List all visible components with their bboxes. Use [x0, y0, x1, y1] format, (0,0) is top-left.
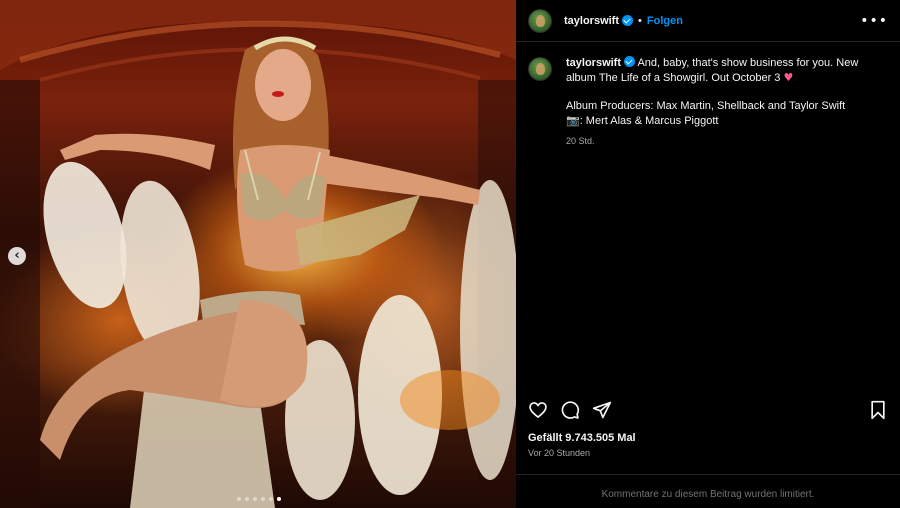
post-side-panel: taylorswift • Folgen ••• taylorswift And…	[516, 0, 900, 508]
carousel-dot-active	[277, 497, 281, 501]
post-image[interactable]: ‹	[0, 0, 516, 508]
post-header: taylorswift • Folgen •••	[516, 0, 900, 42]
separator-dot: •	[638, 14, 642, 27]
carousel-previous-button[interactable]: ‹	[8, 247, 26, 265]
avatar[interactable]	[528, 8, 552, 33]
showgirl-photo-illustration	[0, 0, 516, 508]
share-icon	[592, 401, 612, 419]
carousel-dot	[245, 497, 249, 501]
save-button[interactable]	[866, 398, 890, 422]
carousel-dot	[237, 497, 241, 501]
caption: taylorswift And, baby, that's show busin…	[516, 42, 900, 149]
caption-avatar[interactable]	[528, 57, 552, 81]
carousel-dot	[261, 497, 265, 501]
verified-badge-icon	[624, 56, 636, 67]
action-bar	[516, 396, 900, 424]
verified-badge-icon	[622, 15, 634, 26]
follow-button[interactable]: Folgen	[647, 15, 683, 27]
share-button[interactable]	[590, 398, 614, 422]
comment-button[interactable]	[558, 398, 582, 422]
bookmark-icon	[871, 400, 885, 420]
comments-limited-notice: Kommentare zu diesem Beitrag wurden limi…	[516, 474, 900, 508]
carousel-indicator	[237, 497, 281, 501]
post-date[interactable]: Vor 20 Stunden	[528, 448, 590, 458]
like-button[interactable]	[526, 398, 550, 422]
caption-body: taylorswift And, baby, that's show busin…	[566, 56, 866, 149]
carousel-dot	[253, 497, 257, 501]
heart-icon	[529, 402, 547, 419]
header-username-link[interactable]: taylorswift	[564, 15, 619, 27]
caption-producers: Album Producers: Max Martin, Shellback a…	[566, 100, 846, 112]
heart-emoji: ♥	[783, 70, 794, 84]
carousel-dot	[269, 497, 273, 501]
likes-count[interactable]: Gefällt 9.743.505 Mal	[528, 432, 636, 444]
caption-timestamp[interactable]: 20 Std.	[566, 134, 866, 149]
more-options-icon[interactable]: •••	[860, 13, 888, 29]
caption-credits: 📷: Mert Alas & Marcus Piggott	[566, 114, 719, 127]
comment-icon	[561, 401, 580, 419]
caption-username-link[interactable]: taylorswift	[566, 57, 621, 69]
